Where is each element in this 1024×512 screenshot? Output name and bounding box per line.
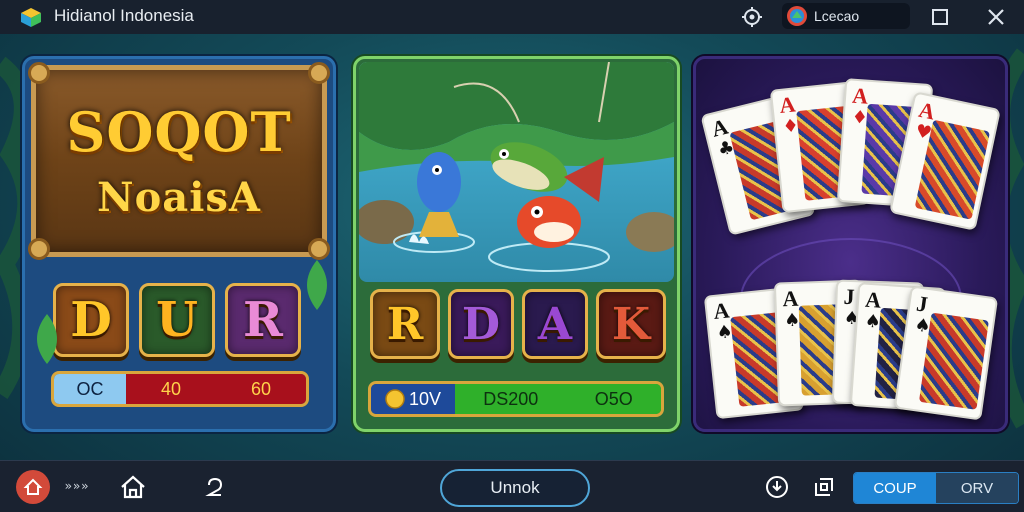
download-icon	[766, 476, 788, 498]
slot-banner: SOQOT NoaisA	[28, 62, 330, 260]
maximize-button[interactable]	[926, 4, 954, 30]
home-active-button[interactable]	[16, 470, 50, 504]
segment-right-label: ORV	[960, 479, 994, 497]
segmented-control: COUP ORV	[853, 472, 1019, 504]
maximize-icon	[932, 9, 948, 25]
leaf-decoration	[37, 314, 57, 364]
target-icon	[742, 7, 762, 27]
progress-mid-label: 40	[160, 378, 182, 399]
card-suit-icon: ♠	[913, 314, 933, 338]
card-suit-icon: ♦	[850, 106, 869, 129]
slot-progress-bar: OC 40 60	[51, 371, 309, 407]
playing-card[interactable]: J ♠	[893, 285, 999, 421]
more-button[interactable]: »»»	[60, 475, 94, 497]
banner-corner-ornament	[28, 62, 50, 84]
progress-right-label: O5O	[594, 388, 633, 409]
fishing-tile[interactable]: A	[522, 289, 588, 359]
slot-game-card[interactable]: SOQOT NoaisA D U R OC 40 60	[22, 56, 336, 432]
rotate-button[interactable]	[201, 473, 229, 501]
close-icon	[988, 9, 1004, 25]
slot-tile[interactable]: U	[139, 283, 215, 357]
fishing-tile[interactable]: D	[448, 289, 514, 359]
progress-mid-label: DS200	[483, 388, 539, 409]
fishing-tile[interactable]: R	[370, 289, 440, 359]
tile-letter: A	[537, 298, 573, 350]
card-suit-icon: ♦	[781, 115, 800, 138]
more-label: »»»	[64, 479, 90, 493]
banner-corner-ornament	[28, 238, 50, 260]
red-fish-icon	[517, 196, 581, 248]
account-avatar-icon	[787, 6, 807, 26]
card-suit-icon: ♠	[863, 310, 882, 333]
crop-button[interactable]	[810, 473, 838, 501]
segment-left-button[interactable]: COUP	[854, 473, 936, 503]
rotate-icon	[205, 477, 223, 496]
center-action-label: Unnok	[490, 478, 540, 497]
tile-letter: R	[386, 298, 424, 350]
fishing-game-card[interactable]: R D A K 10V DS200 O5O	[353, 56, 680, 432]
card-suit-icon: ♠	[783, 309, 801, 332]
fishing-tile[interactable]: K	[596, 289, 666, 359]
app-logo-icon	[21, 8, 41, 27]
center-action-button[interactable]: Unnok	[440, 469, 590, 507]
card-rank: J	[843, 283, 856, 310]
blue-fish-icon	[417, 152, 461, 237]
leaf-decoration	[307, 260, 327, 310]
banner-corner-ornament	[308, 62, 330, 84]
progress-left-label: 10V	[408, 388, 442, 409]
card-rank: A	[851, 82, 869, 109]
target-button[interactable]	[738, 4, 766, 30]
slot-title-line2: NoaisA	[97, 174, 261, 221]
fishing-progress-bar: 10V DS200 O5O	[368, 381, 664, 417]
home-icon	[121, 475, 145, 499]
tile-letter: U	[156, 292, 198, 348]
tile-letter: D	[461, 298, 501, 350]
card-rank: A	[781, 285, 799, 312]
download-button[interactable]	[763, 473, 791, 501]
progress-right-label: 60	[250, 378, 272, 399]
home-icon	[23, 478, 43, 495]
segment-right-button[interactable]: ORV	[936, 473, 1018, 503]
slot-tile[interactable]: R	[225, 283, 301, 357]
title-bar: Hidianol Indonesia Lcecao	[0, 0, 1024, 34]
account-button[interactable]: Lcecao	[782, 3, 910, 29]
card-game-card[interactable]: A ♣ A ♦ A ♦ A ♥ A ♠ A ♠ J ♠ A ♠ J ♠	[693, 56, 1008, 432]
close-button[interactable]	[982, 4, 1010, 30]
tile-letter: R	[243, 292, 283, 348]
crop-icon	[815, 478, 833, 496]
slot-title-line1: SOQOT	[66, 100, 292, 164]
progress-left-label: OC	[76, 378, 104, 399]
card-suit-icon: ♠	[715, 321, 734, 344]
tile-letter: D	[70, 292, 112, 348]
fishing-illustration	[359, 62, 674, 272]
account-label: Lcecao	[814, 8, 860, 24]
coin-icon	[385, 389, 405, 409]
home-button[interactable]	[118, 473, 148, 501]
window-title: Hidianol Indonesia	[54, 6, 194, 25]
segment-left-label: COUP	[873, 479, 917, 497]
bottom-toolbar: »»» Unnok COUP ORV	[0, 460, 1024, 512]
tile-letter: K	[611, 298, 651, 350]
fishing-scene	[359, 62, 674, 282]
card-rank: A	[864, 286, 882, 313]
